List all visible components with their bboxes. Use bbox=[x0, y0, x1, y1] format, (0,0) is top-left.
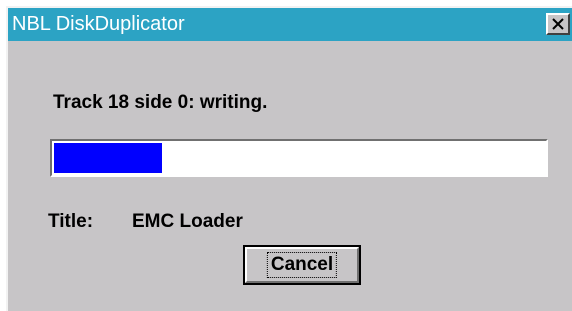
progress-track bbox=[54, 143, 544, 173]
status-text: Track 18 side 0: writing. bbox=[53, 92, 268, 113]
progress-fill bbox=[54, 143, 162, 173]
duplicator-dialog: NBL DiskDuplicator Track 18 side 0: writ… bbox=[6, 6, 572, 311]
close-button[interactable] bbox=[546, 13, 570, 35]
disk-title-value: EMC Loader bbox=[132, 211, 243, 232]
title-bar[interactable]: NBL DiskDuplicator bbox=[8, 8, 572, 41]
cancel-button-label: Cancel bbox=[266, 252, 338, 278]
disk-title-label: Title: bbox=[48, 211, 94, 232]
close-icon bbox=[552, 18, 564, 30]
progress-bar bbox=[50, 139, 548, 177]
cancel-button[interactable]: Cancel bbox=[243, 245, 361, 285]
window-title: NBL DiskDuplicator bbox=[12, 13, 185, 35]
